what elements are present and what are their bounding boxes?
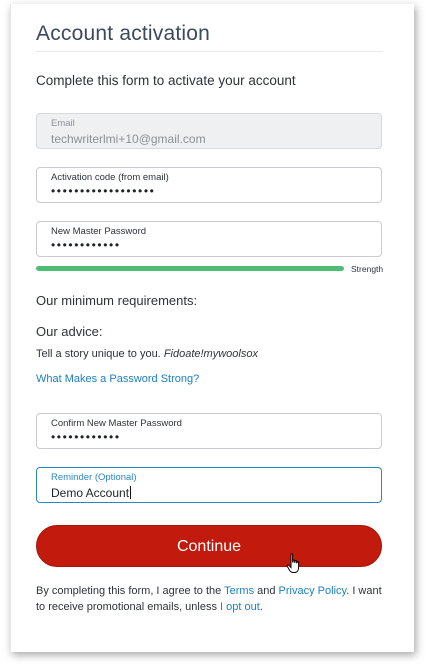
confirm-password-label: Confirm New Master Password [51,418,182,429]
text-caret [130,486,132,499]
form-subtitle: Complete this form to activate your acco… [36,73,296,88]
page-title: Account activation [36,22,211,45]
new-master-password-label: New Master Password [51,226,147,237]
confirm-password-field[interactable]: Confirm New Master Password •••••••••••• [36,413,382,449]
password-strength-fill [36,266,344,271]
advice-example: Fidoate!mywoolsox [163,348,258,360]
activation-code-field[interactable]: Activation code (from email) •••••••••••… [36,167,382,203]
advice-heading: Our advice: [36,324,103,339]
privacy-policy-link[interactable]: Privacy Policy [279,585,347,597]
opt-out-link[interactable]: I opt out [220,601,260,613]
legal-text-4: . [259,601,263,613]
email-field: Email techwriterlmi+10@gmail.com [36,113,382,149]
advice-text: Tell a story unique to you. Fidoate!mywo… [36,348,258,360]
terms-link[interactable]: Terms [224,585,254,597]
reminder-field[interactable]: Reminder (Optional) Demo Account [36,467,382,503]
title-divider [36,51,382,52]
activation-code-label: Activation code (from email) [51,172,169,183]
reminder-label: Reminder (Optional) [51,472,137,483]
reminder-value[interactable]: Demo Account [51,486,132,500]
requirements-heading: Our minimum requirements: [36,293,198,308]
activation-code-value[interactable]: •••••••••••••••••• [51,184,155,198]
hand-cursor-icon [286,553,300,573]
strength-label: Strength [351,264,384,274]
new-master-password-value[interactable]: •••••••••••• [51,238,121,252]
email-label: Email [51,118,75,129]
legal-text-2: and [254,585,279,597]
email-value: techwriterlmi+10@gmail.com [51,132,206,146]
continue-button[interactable]: Continue [36,525,382,567]
reminder-text: Demo Account [51,486,130,500]
advice-sentence: Tell a story unique to you. [36,348,161,360]
legal-text-1: By completing this form, I agree to the [36,585,225,597]
password-strength-meter [36,266,344,271]
legal-notice: By completing this form, I agree to the … [36,583,382,615]
confirm-password-value[interactable]: •••••••••••• [51,430,121,444]
strong-password-link[interactable]: What Makes a Password Strong? [36,373,199,385]
new-master-password-field[interactable]: New Master Password •••••••••••• [36,221,382,257]
